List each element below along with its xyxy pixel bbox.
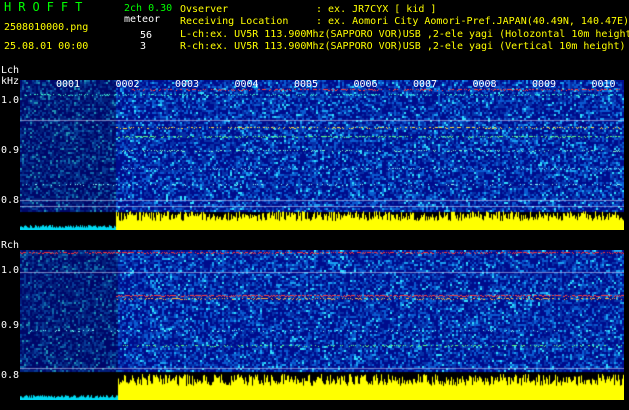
- header: HROFFT 2ch 0.30 meteor 2508010000.png 25…: [0, 0, 629, 64]
- minute-marker-0003: 0003: [175, 79, 200, 90]
- minute-marker-0010: 0010: [591, 79, 616, 90]
- minute-marker-0009: 0009: [532, 79, 557, 90]
- minute-marker-0008: 0008: [472, 79, 497, 90]
- rch-tick-0-9: 0.9: [1, 320, 20, 331]
- minute-marker-0004: 0004: [234, 79, 259, 90]
- rch-tick-0-8: 0.8: [1, 370, 20, 381]
- mode-label: 2ch 0.30: [124, 3, 173, 14]
- minute-marker-0002: 0002: [115, 79, 140, 90]
- lch-tick-1-0: 1.0: [1, 95, 20, 106]
- location-label: Receiving Location: [180, 16, 289, 27]
- minute-marker-0005: 0005: [294, 79, 319, 90]
- lch-receiver-info: L-ch:ex. UV5R 113.900Mhz(SAPPORO VOR)USB…: [180, 29, 629, 40]
- rch-spectrogram: [20, 250, 624, 400]
- file-name: 2508010000.png: [4, 22, 89, 33]
- rch-receiver-info: R-ch:ex. UV5R 113.900Mhz(SAPPORO VOR)USB…: [180, 41, 626, 52]
- lch-spectrogram: [20, 80, 624, 230]
- observer-label: Ovserver: [180, 4, 229, 15]
- rch-count: 3: [140, 41, 147, 52]
- observer-value: : ex. JR7CYX [ kid ]: [316, 4, 437, 15]
- lch-count: 56: [140, 30, 153, 41]
- rch-label: Rch: [1, 240, 20, 251]
- date-time: 25.08.01 00:00: [4, 41, 89, 52]
- location-value: : ex. Aomori City Aomori-Pref.JAPAN(40.4…: [316, 16, 629, 27]
- lch-tick-0-8: 0.8: [1, 195, 20, 206]
- app-brand: HROFFT: [4, 0, 90, 14]
- lch-label: Lch: [1, 65, 20, 76]
- minute-marker-0001: 0001: [56, 79, 81, 90]
- mode-sub-label: meteor: [124, 14, 161, 25]
- lch-unit: kHz: [1, 76, 20, 87]
- minute-marker-0006: 0006: [353, 79, 378, 90]
- rch-tick-1-0: 1.0: [1, 265, 20, 276]
- lch-tick-0-9: 0.9: [1, 145, 20, 156]
- minute-marker-0007: 0007: [413, 79, 438, 90]
